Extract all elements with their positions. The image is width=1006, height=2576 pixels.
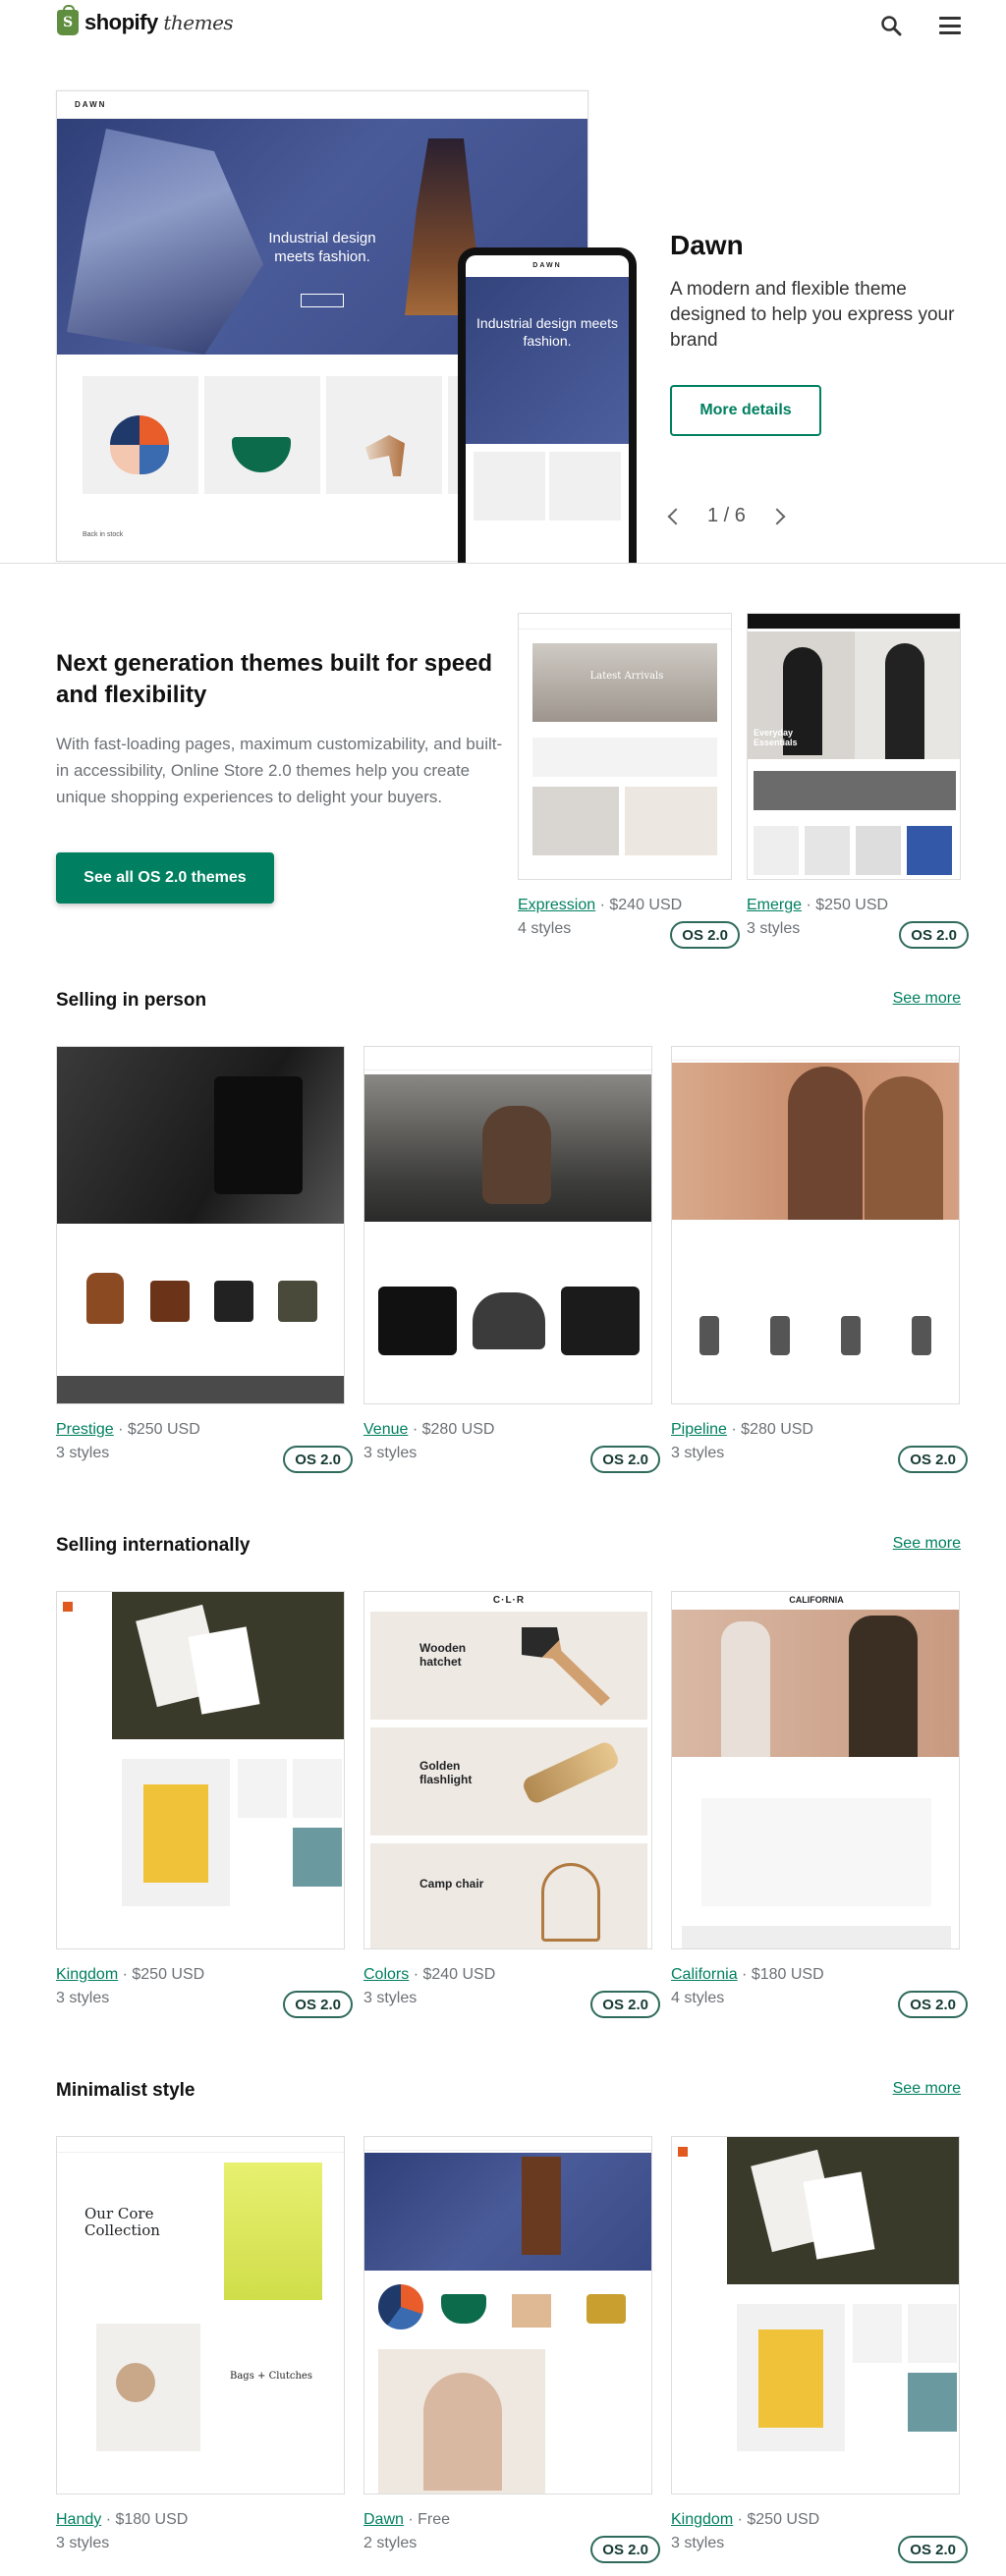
preview-title: Everyday Essentials bbox=[754, 728, 798, 747]
theme-preview[interactable] bbox=[56, 1591, 345, 1949]
theme-preview[interactable]: C·L·R Wooden hatchet Golden flashlight C… bbox=[363, 1591, 652, 1949]
theme-price: · $240 USD bbox=[599, 897, 683, 913]
promo-title: Next generation themes built for speed a… bbox=[56, 650, 493, 708]
theme-price: · $250 USD bbox=[122, 1966, 205, 1983]
theme-name-link[interactable]: Pipeline bbox=[671, 1421, 727, 1438]
dawn-mobile-preview[interactable]: DAWN Industrial design meets fashion. bbox=[458, 247, 637, 563]
theme-price: · $280 USD bbox=[412, 1421, 495, 1438]
os2-badge: OS 2.0 bbox=[590, 1991, 660, 2018]
theme-price: · $180 USD bbox=[105, 2511, 189, 2528]
shopify-bag-icon bbox=[57, 5, 79, 35]
see-more-link[interactable]: See more bbox=[893, 2080, 961, 2098]
theme-card-venue[interactable]: OS 2.0 Venue · $280 USD 3 styles bbox=[363, 1046, 660, 1473]
theme-card-california[interactable]: CALIFORNIA OS 2.0 California · $180 USD … bbox=[671, 1591, 968, 2018]
os2-badge: OS 2.0 bbox=[590, 2536, 660, 2563]
theme-name-link[interactable]: California bbox=[671, 1966, 738, 1983]
preview-subheading: Bags + Clutches bbox=[230, 2371, 312, 2382]
shopify-themes-logo[interactable]: shopify themes bbox=[57, 5, 234, 35]
theme-card-kingdom[interactable]: OS 2.0 Kingdom · $250 USD 3 styles bbox=[56, 1591, 353, 2018]
os2-badge: OS 2.0 bbox=[590, 1446, 660, 1473]
hero-info: Dawn A modern and flexible theme designe… bbox=[670, 230, 955, 354]
theme-preview[interactable] bbox=[56, 1046, 345, 1404]
preview-product bbox=[204, 376, 320, 494]
theme-card-emerge[interactable]: Everyday Essentials OS 2.0 Emerge · $250… bbox=[747, 613, 969, 949]
phone-brand: DAWN bbox=[532, 262, 562, 269]
search-icon[interactable] bbox=[880, 15, 902, 36]
theme-card-prestige[interactable]: OS 2.0 Prestige · $250 USD 3 styles bbox=[56, 1046, 353, 1473]
theme-name-link[interactable]: Colors bbox=[363, 1966, 409, 1983]
os2-badge: OS 2.0 bbox=[898, 1991, 968, 2018]
theme-styles: 3 styles bbox=[56, 2535, 110, 2551]
theme-card-expression[interactable]: Latest Arrivals OS 2.0 Expression · $240… bbox=[518, 613, 740, 949]
section-title-minimalist-style: Minimalist style bbox=[56, 2080, 196, 2101]
theme-name-link[interactable]: Prestige bbox=[56, 1421, 114, 1438]
preview-back-label: Back in stock bbox=[83, 531, 124, 538]
promo-body: With fast-loading pages, maximum customi… bbox=[56, 735, 503, 806]
theme-price: · Free bbox=[408, 2511, 451, 2528]
os2-badge: OS 2.0 bbox=[898, 1446, 968, 1473]
section-title-selling-internationally: Selling internationally bbox=[56, 1535, 251, 1556]
carousel-position: 1 / 6 bbox=[707, 505, 746, 526]
theme-card-kingdom-minimalist[interactable]: OS 2.0 Kingdom · $250 USD 3 styles bbox=[671, 2136, 968, 2563]
theme-meta: Handy · $180 USD 3 styles bbox=[56, 2508, 345, 2555]
theme-preview[interactable] bbox=[363, 2136, 652, 2494]
theme-name-link[interactable]: Handy bbox=[56, 2511, 101, 2528]
see-all-os2-button[interactable]: See all OS 2.0 themes bbox=[56, 852, 274, 904]
theme-price: · $250 USD bbox=[737, 2511, 820, 2528]
theme-name-link[interactable]: Venue bbox=[363, 1421, 408, 1438]
theme-price: · $250 USD bbox=[118, 1421, 200, 1438]
theme-card-colors[interactable]: C·L·R Wooden hatchet Golden flashlight C… bbox=[363, 1591, 660, 2018]
see-more-link[interactable]: See more bbox=[893, 1535, 961, 1553]
more-details-button[interactable]: More details bbox=[670, 385, 821, 436]
theme-preview[interactable]: Everyday Essentials bbox=[747, 613, 961, 880]
os2-badge: OS 2.0 bbox=[899, 921, 969, 949]
hero-theme-name: Dawn bbox=[670, 230, 744, 260]
logo-text: shopify themes bbox=[84, 10, 234, 34]
theme-name-link[interactable]: Dawn bbox=[363, 2511, 404, 2528]
theme-price: · $240 USD bbox=[413, 1966, 496, 1983]
preview-brand: CALIFORNIA bbox=[789, 1595, 844, 1605]
os2-badge: OS 2.0 bbox=[283, 1991, 353, 2018]
next-slide-icon[interactable] bbox=[768, 508, 786, 524]
preview-product bbox=[326, 376, 442, 494]
preview-item-title: Golden flashlight bbox=[419, 1759, 473, 1786]
preview-heading: Our Core Collection bbox=[84, 2205, 160, 2239]
theme-name-link[interactable]: Kingdom bbox=[671, 2511, 733, 2528]
see-more-link[interactable]: See more bbox=[893, 990, 961, 1008]
previous-slide-icon[interactable] bbox=[667, 508, 685, 524]
theme-preview[interactable]: Our Core Collection Bags + Clutches bbox=[56, 2136, 345, 2494]
theme-price: · $250 USD bbox=[806, 897, 889, 913]
theme-preview[interactable] bbox=[671, 2136, 960, 2494]
os2-badge: OS 2.0 bbox=[283, 1446, 353, 1473]
hero-carousel: DAWN Industrial design meets fashion. Ba… bbox=[0, 53, 1006, 564]
theme-card-handy[interactable]: Our Core Collection Bags + Clutches Hand… bbox=[56, 2136, 345, 2555]
phone-caption: Industrial design meets fashion. bbox=[476, 315, 618, 349]
preview-title: Latest Arrivals bbox=[589, 671, 664, 682]
theme-preview[interactable] bbox=[671, 1046, 960, 1404]
theme-price: · $280 USD bbox=[731, 1421, 813, 1438]
preview-caption: Industrial design meets fashion. bbox=[268, 230, 376, 265]
hero-description: A modern and flexible theme designed to … bbox=[670, 279, 955, 351]
carousel-pager: 1 / 6 bbox=[667, 505, 786, 527]
theme-price: · $180 USD bbox=[742, 1966, 824, 1983]
preview-item-title: Camp chair bbox=[419, 1877, 484, 1891]
theme-preview[interactable] bbox=[363, 1046, 652, 1404]
preview-product bbox=[83, 376, 198, 494]
menu-icon[interactable] bbox=[939, 17, 961, 34]
theme-card-dawn[interactable]: OS 2.0 Dawn · Free 2 styles bbox=[363, 2136, 660, 2563]
site-header: shopify themes bbox=[0, 0, 1006, 53]
theme-card-pipeline[interactable]: OS 2.0 Pipeline · $280 USD 3 styles bbox=[671, 1046, 968, 1473]
theme-name-link[interactable]: Emerge bbox=[747, 897, 802, 913]
theme-preview[interactable]: Latest Arrivals bbox=[518, 613, 732, 880]
section-title-selling-in-person: Selling in person bbox=[56, 990, 207, 1011]
preview-item-title: Wooden hatchet bbox=[419, 1641, 467, 1669]
theme-name-link[interactable]: Expression bbox=[518, 897, 595, 913]
os2-badge: OS 2.0 bbox=[670, 921, 740, 949]
os2-promo: Next generation themes built for speed a… bbox=[56, 648, 508, 810]
theme-preview[interactable]: CALIFORNIA bbox=[671, 1591, 960, 1949]
theme-name-link[interactable]: Kingdom bbox=[56, 1966, 118, 1983]
preview-brand: DAWN bbox=[75, 100, 107, 109]
os2-badge: OS 2.0 bbox=[898, 2536, 968, 2563]
preview-brand: C·L·R bbox=[492, 1595, 526, 1606]
